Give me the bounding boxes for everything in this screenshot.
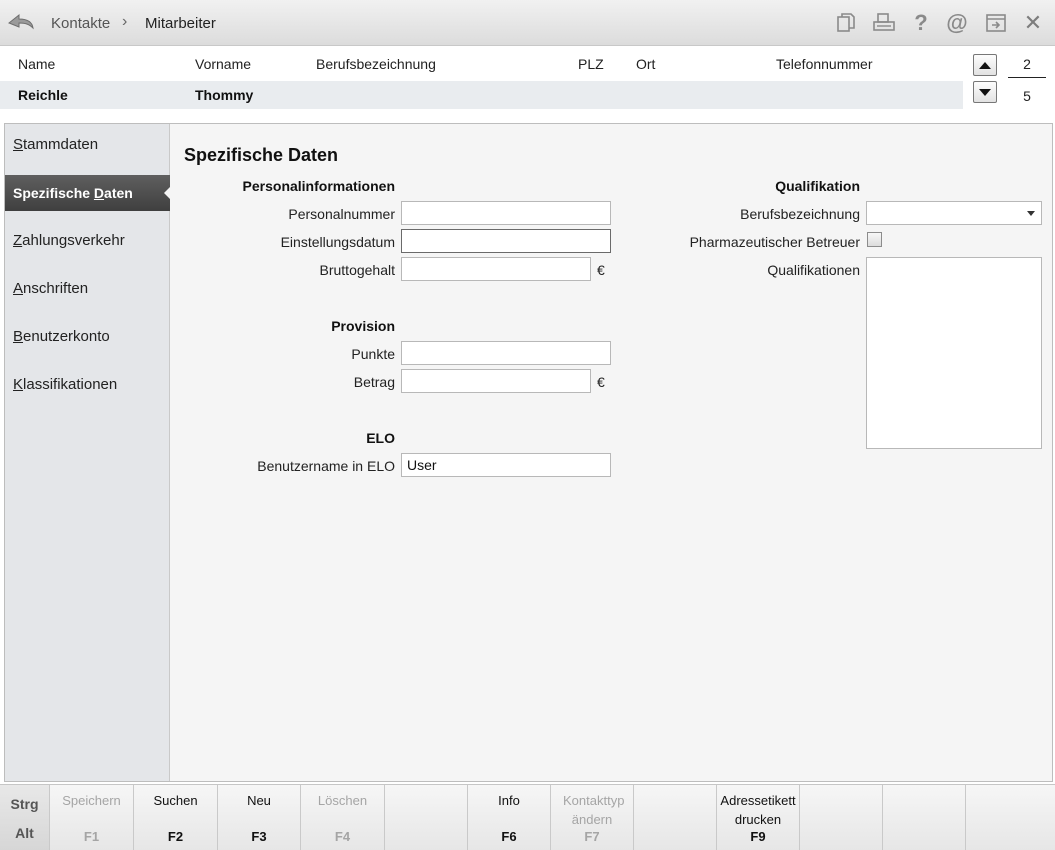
qualifikation-heading: Qualifikation xyxy=(775,178,860,194)
column-header-berufsbezeichnung[interactable]: Berufsbezeichnung xyxy=(316,56,436,72)
sidebar-item-label: lassifikationen xyxy=(23,376,118,393)
column-header-telefonnummer[interactable]: Telefonnummer xyxy=(776,56,873,72)
page-title: Spezifische Daten xyxy=(184,145,339,165)
sidebar-item-zahlungsverkehr[interactable]: Zahlungsverkehr xyxy=(5,223,170,259)
f11-empty-button[interactable] xyxy=(883,785,966,850)
main-form: Spezifische Daten Personalinformationen … xyxy=(171,124,1052,781)
breadcrumb-separator: › xyxy=(122,13,128,30)
row-name: Reichle xyxy=(18,87,68,103)
elo-heading: ELO xyxy=(366,430,395,446)
pharma-betreuer-checkbox[interactable] xyxy=(867,232,882,247)
betrag-label: Betrag xyxy=(353,374,395,390)
info-button[interactable]: Info F6 xyxy=(468,785,551,850)
close-icon[interactable]: ✕ xyxy=(1021,11,1045,35)
column-header-ort[interactable]: Ort xyxy=(636,56,655,72)
sidebar-item-label: enutzerkonto xyxy=(23,328,110,345)
f12-empty-button[interactable] xyxy=(966,785,1055,850)
sidebar-item-label: ahlungsverkehr xyxy=(22,232,125,249)
betrag-input[interactable] xyxy=(401,369,591,393)
record-index: 2 xyxy=(1023,56,1031,72)
punkte-label: Punkte xyxy=(351,346,395,362)
export-icon[interactable] xyxy=(984,11,1008,35)
search-button[interactable]: Suchen F2 xyxy=(134,785,218,850)
betrag-currency: € xyxy=(597,374,605,390)
column-header-plz[interactable]: PLZ xyxy=(578,56,604,72)
save-button[interactable]: Speichern F1 xyxy=(50,785,134,850)
print-icon[interactable] xyxy=(872,11,896,35)
contact-list: Name Vorname Berufsbezeichnung PLZ Ort T… xyxy=(0,46,1055,116)
next-record-button[interactable] xyxy=(973,81,997,103)
sidebar-item-label: nschriften xyxy=(23,280,89,297)
sidebar-item-benutzerkonto[interactable]: Benutzerkonto xyxy=(5,319,170,355)
help-icon[interactable]: ? xyxy=(909,11,933,35)
sidebar: Stammdaten Spezifische Daten Zahlungsver… xyxy=(5,124,171,781)
column-header-name[interactable]: Name xyxy=(18,56,55,72)
breadcrumb-parent[interactable]: Kontakte xyxy=(51,15,110,32)
personalnummer-label: Personalnummer xyxy=(288,206,395,222)
bruttogehalt-label: Bruttogehalt xyxy=(319,262,396,278)
detail-panel: Stammdaten Spezifische Daten Zahlungsver… xyxy=(4,123,1053,782)
delete-button[interactable]: Löschen F4 xyxy=(301,785,385,850)
change-contact-type-button[interactable]: Kontakttyp ändern F7 xyxy=(551,785,634,850)
previous-record-button[interactable] xyxy=(973,54,997,76)
qualifikationen-label: Qualifikationen xyxy=(767,262,860,278)
back-arrow-icon[interactable] xyxy=(6,10,36,34)
record-total: 5 xyxy=(1023,88,1031,104)
copy-icon[interactable] xyxy=(834,11,858,35)
table-row[interactable] xyxy=(0,81,963,109)
bruttogehalt-input[interactable] xyxy=(401,257,591,281)
record-divider xyxy=(1008,77,1046,78)
sidebar-item-anschriften[interactable]: Anschriften xyxy=(5,271,170,307)
ctrl-label[interactable]: Strg xyxy=(0,796,49,812)
f5-empty-button[interactable] xyxy=(385,785,468,850)
berufsbezeichnung-label: Berufsbezeichnung xyxy=(740,206,860,222)
elo-username-input[interactable]: User xyxy=(401,453,611,477)
einstellungsdatum-label: Einstellungsdatum xyxy=(280,234,395,250)
sidebar-item-label: tammdaten xyxy=(23,136,99,153)
chevron-down-icon xyxy=(1027,211,1035,216)
sidebar-item-klassifikationen[interactable]: Klassifikationen xyxy=(5,367,170,403)
sidebar-item-label: Spezifische xyxy=(13,185,94,201)
qualifikationen-textarea[interactable] xyxy=(866,257,1042,449)
elo-username-label: Benutzername in ELO xyxy=(257,458,395,474)
arrow-down-icon xyxy=(979,88,991,96)
f10-empty-button[interactable] xyxy=(800,785,883,850)
column-header-vorname[interactable]: Vorname xyxy=(195,56,251,72)
arrow-up-icon xyxy=(979,61,991,69)
pharma-betreuer-label: Pharmazeutischer Betreuer xyxy=(689,234,860,250)
berufsbezeichnung-select[interactable] xyxy=(866,201,1042,225)
alt-label[interactable]: Alt xyxy=(0,825,49,841)
personal-heading: Personalinformationen xyxy=(242,178,395,194)
title-bar: Kontakte › Mitarbeiter ? @ ✕ xyxy=(0,0,1055,46)
breadcrumb-current: Mitarbeiter xyxy=(145,15,216,32)
row-vorname: Thommy xyxy=(195,87,254,103)
function-key-bar: Strg Alt Speichern F1 Suchen F2 Neu F3 Lösc… xyxy=(0,784,1055,850)
punkte-input[interactable] xyxy=(401,341,611,365)
provision-heading: Provision xyxy=(331,318,395,334)
sidebar-item-stammdaten[interactable]: Stammdaten xyxy=(5,127,170,163)
modifier-keys: Strg Alt xyxy=(0,785,50,850)
print-address-label-button[interactable]: Adressetikett drucken F9 xyxy=(717,785,800,850)
personalnummer-input[interactable] xyxy=(401,201,611,225)
bruttogehalt-currency: € xyxy=(597,262,605,278)
einstellungsdatum-input[interactable] xyxy=(401,229,611,253)
email-icon[interactable]: @ xyxy=(945,11,969,35)
f8-empty-button[interactable] xyxy=(634,785,717,850)
sidebar-item-spezifische-daten[interactable]: Spezifische Daten xyxy=(5,175,171,211)
new-button[interactable]: Neu F3 xyxy=(218,785,301,850)
